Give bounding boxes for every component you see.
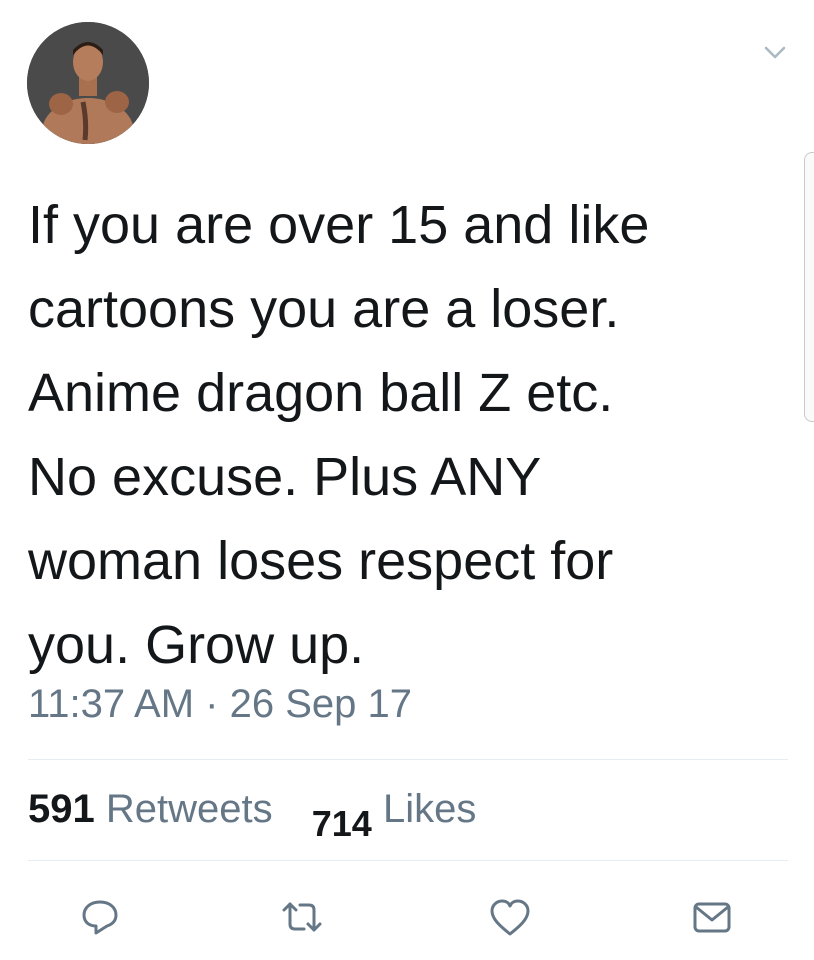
likes-count[interactable]: 714 bbox=[312, 803, 372, 844]
tweet-line: Anime dragon ball Z etc. bbox=[28, 363, 614, 423]
likes-label[interactable]: Likes bbox=[383, 787, 476, 831]
tweet-time: 11:37 AM bbox=[28, 682, 195, 726]
chevron-down-icon[interactable] bbox=[760, 40, 790, 66]
direct-message-button[interactable] bbox=[688, 893, 736, 941]
tweet-line: cartoons you are a loser. bbox=[28, 279, 620, 339]
envelope-icon bbox=[693, 902, 731, 933]
retweets-count[interactable]: 591 bbox=[28, 787, 95, 831]
retweet-icon bbox=[282, 902, 322, 932]
reply-icon bbox=[82, 900, 118, 935]
divider bbox=[28, 860, 788, 861]
tweet-text: If you are over 15 and like cartoons you… bbox=[28, 183, 798, 687]
tweet-line: If you are over 15 and like bbox=[28, 195, 650, 255]
heart-icon bbox=[490, 899, 530, 936]
retweets-label[interactable]: Retweets bbox=[106, 787, 273, 831]
like-button[interactable] bbox=[486, 893, 534, 941]
tweet-timestamp[interactable]: 11:37 AM · 26 Sep 17 bbox=[28, 680, 412, 728]
tweet-date: 26 Sep 17 bbox=[229, 682, 413, 726]
tweet-line: No excuse. Plus ANY bbox=[28, 447, 542, 507]
retweet-button[interactable] bbox=[278, 893, 326, 941]
tweet-line: woman loses respect for bbox=[28, 531, 614, 591]
timestamp-separator: · bbox=[205, 682, 219, 726]
tweet-stats: 591 Retweets 714 Likes bbox=[28, 785, 476, 844]
divider bbox=[28, 759, 788, 760]
tweet-line: you. Grow up. bbox=[28, 615, 365, 675]
reply-button[interactable] bbox=[76, 893, 124, 941]
avatar[interactable] bbox=[27, 22, 149, 144]
scroll-edge bbox=[804, 152, 814, 422]
